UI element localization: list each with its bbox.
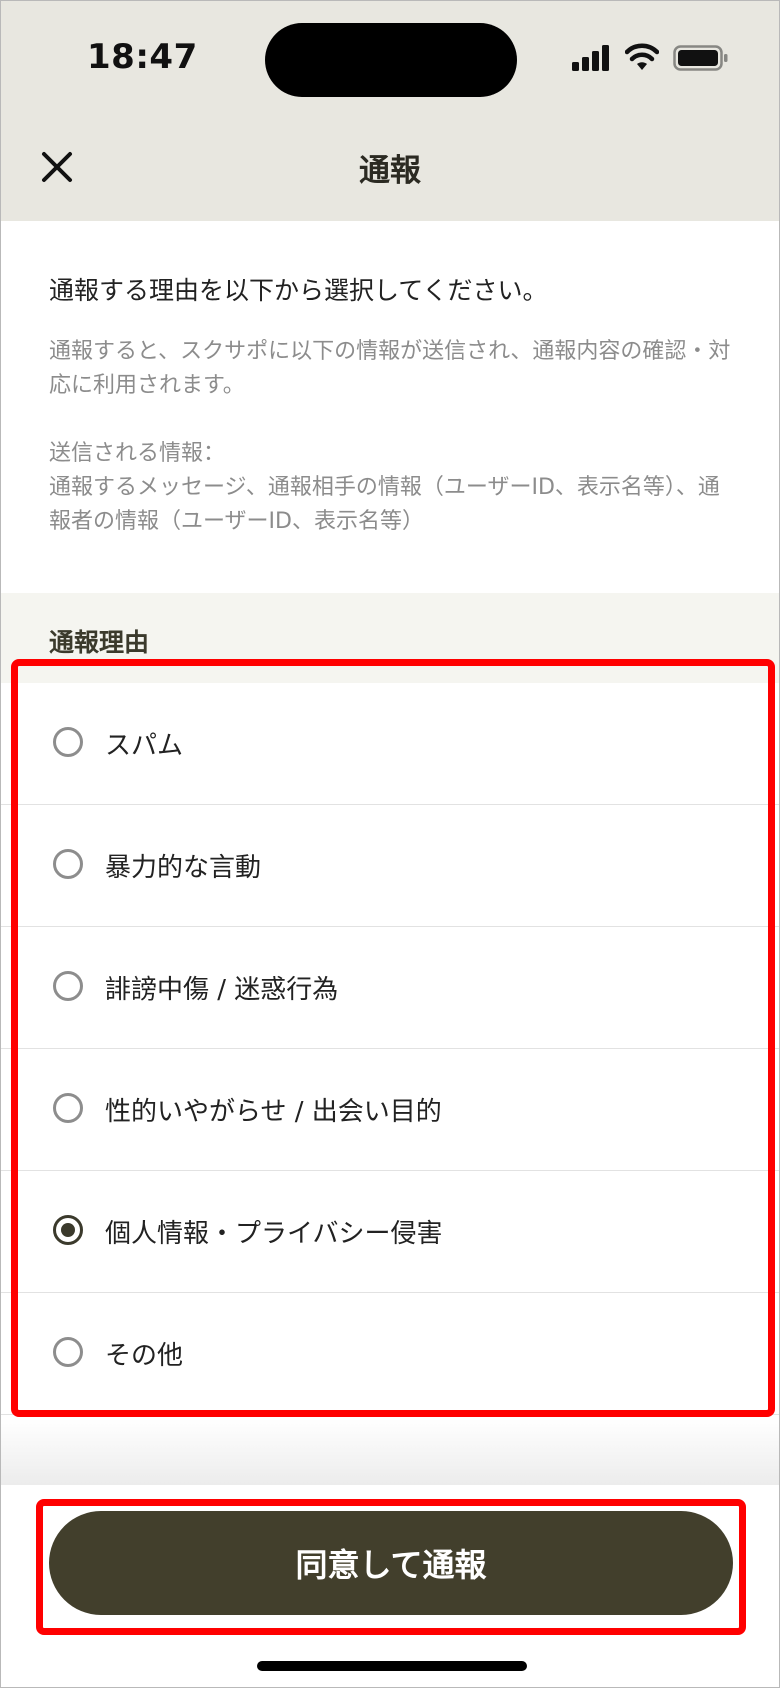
reason-label: 誹謗中傷 / 迷惑行為 [105,975,339,1005]
reason-option-spam[interactable]: スパム [1,683,779,805]
reason-label: スパム [105,731,184,761]
home-indicator [257,1661,527,1671]
radio-button[interactable] [53,1337,83,1367]
reason-label: 個人情報・プライバシー侵害 [105,1219,443,1249]
list-fade [1,1419,779,1485]
signal-icon [572,45,609,71]
reason-option-violence[interactable]: 暴力的な言動 [1,805,779,927]
reason-label: 性的いやがらせ / 出会い目的 [105,1097,442,1127]
agree-and-report-button[interactable]: 同意して通報 [49,1511,733,1615]
sent-info-label: 送信される情報： [49,441,226,466]
wifi-icon [625,43,659,70]
radio-button[interactable] [53,971,83,1001]
intro-section: 通報する理由を以下から選択してください。 通報すると、スクサポに以下の情報が送信… [49,271,739,539]
reason-label: その他 [105,1341,184,1371]
status-time: 18:47 [87,37,198,77]
app-screen: 18:47 通報 通報する理由を以下から選択してください。 通報すると、スクサポ… [0,0,780,1688]
navigation-header: 通報 [1,111,779,221]
reason-option-sexual[interactable]: 性的いやがらせ / 出会い目的 [1,1049,779,1171]
section-title: 通報理由 [49,628,150,657]
reason-label: 暴力的な言動 [105,853,262,883]
sent-info-text: 通報するメッセージ、通報相手の情報（ユーザーID、表示名等）、通報者の情報（ユー… [49,475,720,534]
reason-list: スパム 暴力的な言動 誹謗中傷 / 迷惑行為 性的いやがらせ / 出会い目的 個… [1,683,779,1415]
page-title: 通報 [359,153,421,189]
radio-button[interactable] [53,849,83,879]
status-bar: 18:47 [1,1,779,111]
radio-button-selected[interactable] [53,1215,83,1245]
intro-note: 通報すると、スクサポに以下の情報が送信され、通報内容の確認・対応に利用されます。 [49,339,731,398]
battery-icon [673,45,728,71]
reason-option-privacy[interactable]: 個人情報・プライバシー侵害 [1,1171,779,1293]
dynamic-island [265,23,517,97]
radio-button[interactable] [53,727,83,757]
intro-heading: 通報する理由を以下から選択してください。 [49,276,548,305]
reason-option-harassment[interactable]: 誹謗中傷 / 迷惑行為 [1,927,779,1049]
reason-option-other[interactable]: その他 [1,1293,779,1415]
radio-button[interactable] [53,1093,83,1123]
